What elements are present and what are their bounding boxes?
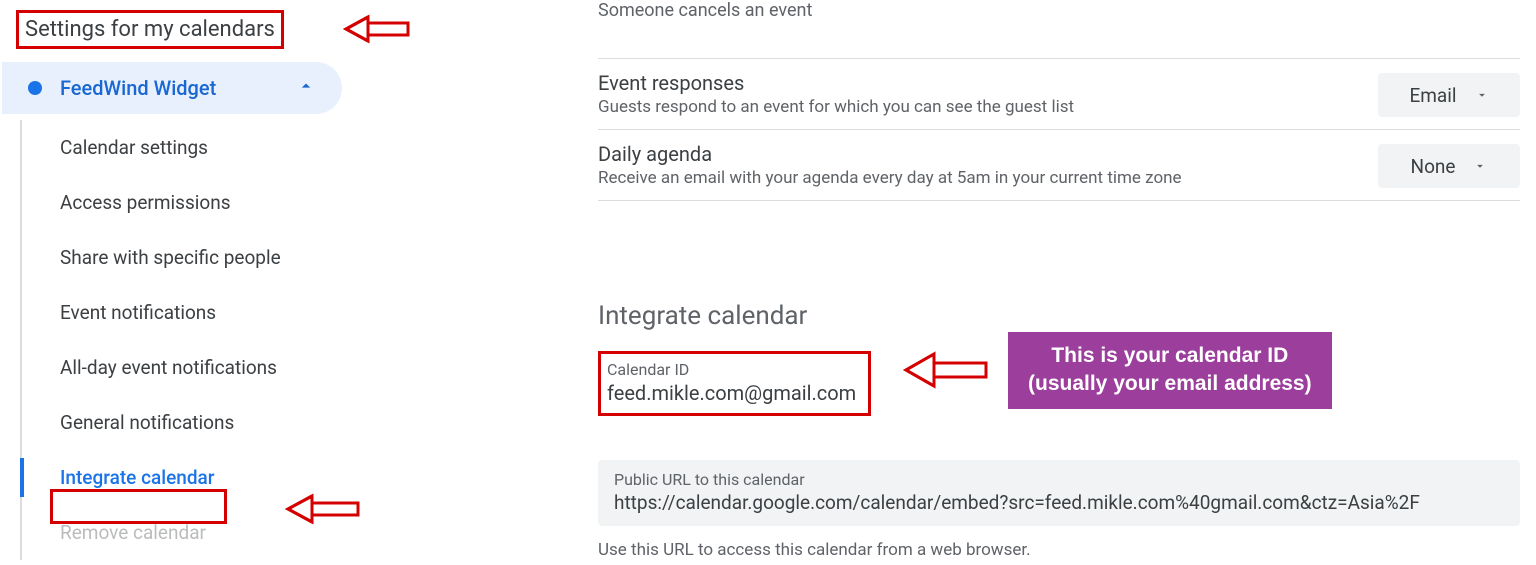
chevron-up-icon xyxy=(296,76,316,100)
calendar-id-field: Calendar ID feed.mikle.com@gmail.com xyxy=(598,351,871,416)
dropdown-value: None xyxy=(1411,155,1456,178)
callout-line: This is your calendar ID xyxy=(1028,342,1312,370)
nav-item-remove-calendar[interactable]: Remove calendar xyxy=(22,505,340,560)
calendar-id-value: feed.mikle.com@gmail.com xyxy=(607,381,856,405)
dropdown-daily-agenda[interactable]: None xyxy=(1378,144,1520,188)
public-url-value: https://calendar.google.com/calendar/emb… xyxy=(614,491,1504,514)
public-url-field[interactable]: Public URL to this calendar https://cale… xyxy=(598,460,1520,526)
setting-row-event-responses: Event responses Guests respond to an eve… xyxy=(598,59,1520,130)
caret-down-icon xyxy=(1475,84,1489,107)
calendar-name-label: FeedWind Widget xyxy=(60,76,296,100)
nav-item-share-with-specific[interactable]: Share with specific people xyxy=(22,230,340,285)
callout-line: (usually your email address) xyxy=(1028,370,1312,398)
nav-item-access-permissions[interactable]: Access permissions xyxy=(22,175,340,230)
settings-heading: Settings for my calendars xyxy=(16,10,284,49)
nav-item-allday-notifications[interactable]: All-day event notifications xyxy=(22,340,340,395)
setting-desc: Receive an email with your agenda every … xyxy=(598,168,1358,188)
public-url-label: Public URL to this calendar xyxy=(614,470,1504,489)
main-content: Someone cancels an event Event responses… xyxy=(598,0,1520,560)
nav-item-integrate-calendar[interactable]: Integrate calendar xyxy=(22,450,340,505)
dropdown-event-responses[interactable]: Email xyxy=(1378,73,1520,117)
calendar-subnav: Calendar settings Access permissions Sha… xyxy=(20,120,340,560)
nav-item-general-notifications[interactable]: General notifications xyxy=(22,395,340,450)
setting-title: Daily agenda xyxy=(598,142,1358,166)
setting-row-daily-agenda: Daily agenda Receive an email with your … xyxy=(598,130,1520,201)
public-url-hint: Use this URL to access this calendar fro… xyxy=(598,540,1520,560)
setting-desc: Guests respond to an event for which you… xyxy=(598,97,1358,117)
calendar-id-label: Calendar ID xyxy=(607,360,856,379)
setting-row-cancel-event: Someone cancels an event xyxy=(598,0,1520,59)
annotation-arrow-left-icon xyxy=(340,12,410,46)
calendar-color-dot xyxy=(28,81,42,95)
nav-item-calendar-settings[interactable]: Calendar settings xyxy=(22,120,340,175)
nav-item-event-notifications[interactable]: Event notifications xyxy=(22,285,340,340)
calendar-expander-feedwind[interactable]: FeedWind Widget xyxy=(2,62,342,114)
caret-down-icon xyxy=(1473,155,1487,178)
annotation-callout: This is your calendar ID (usually your e… xyxy=(1008,332,1332,409)
setting-title: Someone cancels an event xyxy=(598,0,1358,21)
dropdown-value: Email xyxy=(1409,84,1456,107)
section-heading-integrate: Integrate calendar xyxy=(598,301,1520,331)
setting-title: Event responses xyxy=(598,71,1358,95)
